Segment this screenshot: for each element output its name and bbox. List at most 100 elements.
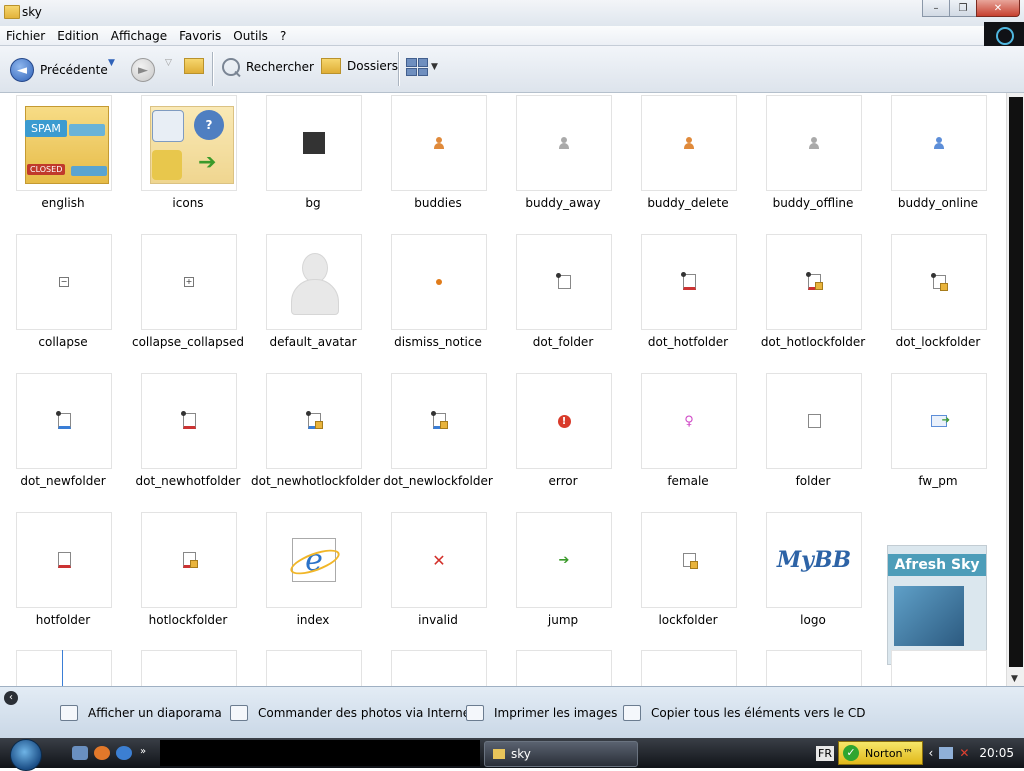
menu-favoris[interactable]: Favoris (173, 29, 227, 43)
menu-affichage[interactable]: Affichage (105, 29, 173, 43)
file-item[interactable]: dot_hotlockfolder (751, 234, 875, 366)
file-item-partial[interactable] (891, 650, 987, 686)
doc-lock-icon (891, 234, 987, 330)
file-item[interactable]: dismiss_notice (376, 234, 500, 366)
vertical-scrollbar[interactable]: ▼ (1006, 93, 1024, 686)
file-item[interactable]: hotfolder (1, 512, 125, 644)
copy-to-cd-command[interactable]: Copier tous les éléments vers le CD (623, 705, 866, 721)
file-item[interactable]: buddy_delete (626, 95, 750, 227)
views-button[interactable]: ▼ (406, 58, 438, 76)
file-item[interactable]: dot_lockfolder (876, 234, 1000, 366)
file-item-partial[interactable] (16, 650, 112, 686)
forward-dropdown[interactable]: ▽ (165, 58, 172, 68)
system-tray: FR ✓ Norton™ ‹ ✕ 20:05 (816, 738, 1024, 768)
language-indicator[interactable]: FR (816, 745, 835, 761)
file-item[interactable]: buddy_online (876, 95, 1000, 227)
clock[interactable]: 20:05 (979, 746, 1014, 760)
user-delete-icon (641, 95, 737, 191)
file-item-partial[interactable] (266, 650, 362, 686)
norton-button[interactable]: ✓ Norton™ (838, 741, 923, 765)
file-name: buddy_online (897, 196, 979, 210)
file-item[interactable]: hotlockfolder (126, 512, 250, 644)
slideshow-command[interactable]: Afficher un diaporama (60, 705, 222, 721)
show-desktop-icon[interactable] (72, 746, 88, 760)
file-item-partial[interactable] (641, 650, 737, 686)
user-online-icon (891, 95, 987, 191)
file-item[interactable]: ! error (501, 373, 625, 505)
expand-icon: + (141, 234, 237, 330)
file-item[interactable]: lockfolder (626, 512, 750, 644)
file-item[interactable]: + collapse_collapsed (126, 234, 250, 366)
tray-chevron-icon[interactable]: ‹ (929, 746, 934, 760)
file-item[interactable]: default_avatar (251, 234, 375, 366)
file-item[interactable]: bg (251, 95, 375, 227)
file-item[interactable]: ♀ female (626, 373, 750, 505)
volume-icon[interactable]: ✕ (959, 746, 969, 760)
globe-icon (230, 705, 248, 721)
file-item[interactable]: ➔ fw_pm (876, 373, 1000, 505)
firefox-icon[interactable] (94, 746, 110, 760)
file-item[interactable]: dot_newhotfolder (126, 373, 250, 505)
file-item[interactable]: dot_newlockfolder (376, 373, 500, 505)
start-button[interactable] (10, 739, 42, 771)
task-sky[interactable]: sky (484, 741, 638, 767)
file-item[interactable]: dot_hotfolder (626, 234, 750, 366)
close-button[interactable]: ✕ (976, 0, 1020, 17)
search-button[interactable]: Rechercher (222, 58, 314, 76)
file-item[interactable]: folder (751, 373, 875, 505)
window-title: sky (22, 5, 42, 19)
page-icon (766, 373, 862, 469)
file-item[interactable]: dot_newhotlockfolder (251, 373, 380, 505)
file-item[interactable]: MyBB logo (751, 512, 875, 644)
ie-icon: e (266, 512, 362, 608)
folders-button[interactable]: Dossiers (321, 58, 398, 74)
menu-bar: Fichier Edition Affichage Favoris Outils… (0, 26, 984, 46)
slideshow-icon (60, 705, 78, 721)
file-item-partial[interactable] (766, 650, 862, 686)
file-item[interactable]: SPAM CLOSED english (1, 95, 125, 227)
tag (71, 166, 107, 176)
check-icon: ✓ (843, 745, 860, 761)
menu-outils[interactable]: Outils (227, 29, 274, 43)
doc-new-icon (16, 373, 112, 469)
title-bar: sky – ❐ ✕ (0, 0, 1024, 27)
file-item[interactable]: dot_folder (501, 234, 625, 366)
file-name: fw_pm (918, 474, 958, 488)
taskbar: » sky FR ✓ Norton™ ‹ ✕ 20:05 (0, 738, 1024, 771)
file-item[interactable]: − collapse (1, 234, 125, 366)
file-item[interactable]: dot_newfolder (1, 373, 125, 505)
file-item[interactable]: buddy_offline (751, 95, 875, 227)
back-dropdown[interactable]: ▼ (108, 58, 115, 68)
scrollbar-thumb[interactable] (1009, 97, 1023, 667)
back-label: Précédente (40, 63, 108, 77)
order-photos-command[interactable]: Commander des photos via Internet (230, 705, 475, 721)
minimize-button[interactable]: – (922, 0, 950, 17)
print-images-command[interactable]: Imprimer les images (466, 705, 617, 721)
file-item[interactable]: ? ➔ icons (126, 95, 250, 227)
doc-newhotlock-icon (266, 373, 362, 469)
forward-button[interactable]: ► (131, 58, 155, 82)
file-name: index (296, 613, 330, 627)
file-item-partial[interactable] (141, 650, 237, 686)
collapse-pane-icon[interactable]: ‹ (4, 691, 18, 705)
chevron-right-icon[interactable]: » (140, 746, 150, 760)
menu-edition[interactable]: Edition (51, 29, 105, 43)
ie-icon[interactable] (116, 746, 132, 760)
back-button[interactable]: ◄ Précédente (10, 58, 108, 82)
file-item-partial[interactable] (516, 650, 612, 686)
scroll-down-icon[interactable]: ▼ (1011, 674, 1018, 684)
file-item-partial[interactable] (391, 650, 487, 686)
maximize-button[interactable]: ❐ (949, 0, 977, 17)
search-icon (222, 58, 240, 76)
file-item[interactable]: e index (251, 512, 375, 644)
menu-help[interactable]: ? (274, 29, 292, 43)
file-item[interactable]: ✕ invalid (376, 512, 500, 644)
avatar-icon (266, 234, 362, 330)
file-item[interactable]: buddy_away (501, 95, 625, 227)
network-icon[interactable] (939, 747, 954, 759)
file-item[interactable]: ➔ jump (501, 512, 625, 644)
file-name: dot_newhotfolder (135, 474, 241, 488)
file-item[interactable]: buddies (376, 95, 500, 227)
menu-fichier[interactable]: Fichier (0, 29, 51, 43)
up-folder-button[interactable] (184, 58, 210, 74)
